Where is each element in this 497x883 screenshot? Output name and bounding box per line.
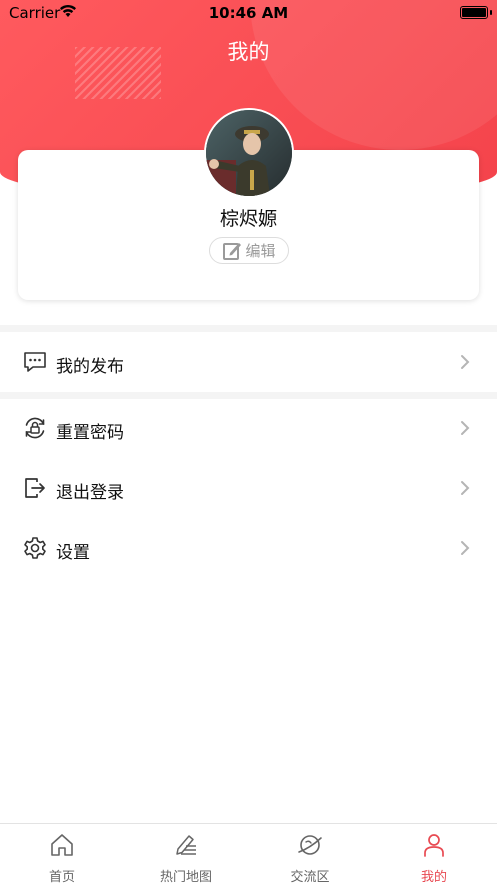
- edit-icon: [223, 242, 242, 260]
- section-divider: [0, 392, 497, 399]
- avatar-image: [206, 110, 292, 196]
- battery-cap: [490, 10, 492, 15]
- user-icon: [424, 834, 444, 857]
- gear-icon: [24, 537, 46, 559]
- chevron-right-icon: [461, 541, 470, 555]
- tab-label: 交流区: [290, 870, 330, 883]
- menu-item-label: 重置密码: [56, 423, 124, 443]
- page-title: 我的: [227, 40, 270, 64]
- tab-label: 我的: [420, 870, 447, 883]
- tab-community[interactable]: 交流区: [248, 824, 372, 883]
- menu-item-label: 退出登录: [56, 483, 124, 503]
- tab-label: 热门地图: [159, 870, 212, 883]
- status-time: 10:46 AM: [208, 4, 289, 22]
- tab-mine[interactable]: 我的: [372, 824, 496, 883]
- menu-item-label: 我的发布: [56, 357, 124, 377]
- section-divider: [0, 325, 497, 332]
- chevron-right-icon: [461, 481, 470, 495]
- menu-item-my-posts[interactable]: 我的发布: [0, 333, 497, 391]
- chevron-right-icon: [461, 421, 470, 435]
- tab-hot-maps[interactable]: 热门地图: [124, 824, 248, 883]
- status-bar: Carrier 10:46 AM: [0, 0, 497, 26]
- menu-item-settings[interactable]: 设置: [0, 519, 497, 577]
- planet-icon: [298, 835, 322, 855]
- edit-label: 编辑: [245, 242, 276, 260]
- reset-lock-icon: [25, 417, 45, 439]
- edit-list-icon: [176, 835, 196, 855]
- menu-item-label: 设置: [56, 543, 90, 563]
- message-dots-icon: [24, 352, 46, 372]
- chevron-right-icon: [461, 355, 470, 369]
- avatar[interactable]: [204, 108, 294, 198]
- tab-bar: 首页 热门地图 交流区 我的: [0, 823, 497, 883]
- username: 棕烬嫄: [219, 208, 277, 230]
- battery-icon: [460, 6, 488, 19]
- edit-profile-button[interactable]: 编辑: [209, 237, 289, 264]
- tab-label: 首页: [48, 870, 75, 883]
- home-icon: [51, 834, 73, 856]
- menu-item-reset-password[interactable]: 重置密码: [0, 399, 497, 457]
- tab-home[interactable]: 首页: [0, 824, 124, 883]
- logout-icon: [25, 478, 45, 498]
- menu-item-logout[interactable]: 退出登录: [0, 459, 497, 517]
